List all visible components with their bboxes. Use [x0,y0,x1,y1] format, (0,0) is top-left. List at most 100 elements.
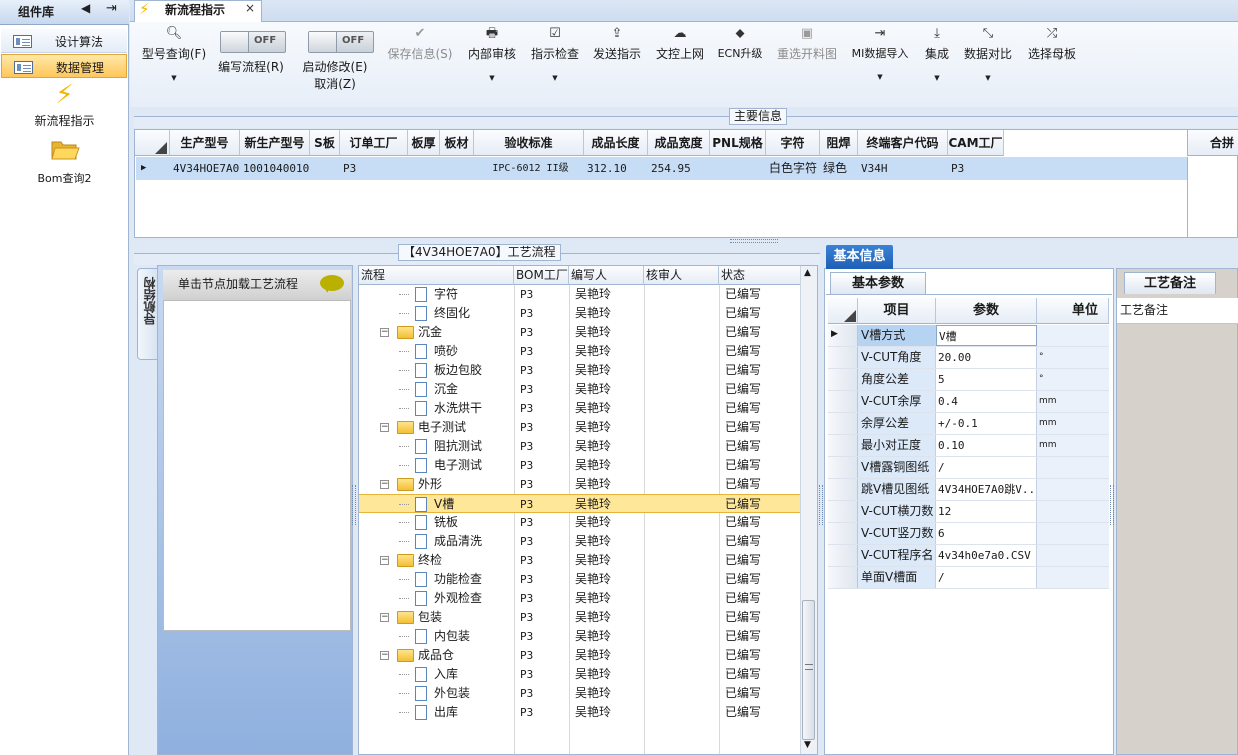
mi-import-button[interactable]: ⇥ MI数据导入 ▼ [847,26,913,81]
column-header[interactable]: CAM工厂 [948,130,1004,156]
collapse-icon[interactable]: − [380,328,389,337]
collapse-left-icon[interactable]: ◀ [81,1,90,15]
collapse-icon[interactable]: − [380,651,389,660]
pin-icon[interactable]: ⇥ [106,1,117,16]
collapse-icon[interactable]: − [380,556,389,565]
table-cell[interactable]: P3 [948,157,1004,180]
chevron-down-icon[interactable]: ▼ [529,74,581,82]
collapse-icon[interactable]: − [380,423,389,432]
param-value-cell[interactable]: 4V34HOE7A0跳V... [936,479,1037,500]
tree-row[interactable]: 字符 P3 吴艳玲 已编写 [359,285,800,304]
tree-row[interactable]: 入库 P3 吴艳玲 已编写 [359,665,800,684]
tab-process-notes[interactable]: 工艺备注 [1124,272,1216,294]
param-value-cell[interactable]: 12 [936,501,1037,522]
table-cell[interactable]: 绿色 [820,157,858,180]
select-mother-board-button[interactable]: ⤮ 选择母板 [1026,26,1078,62]
table-cell[interactable] [408,157,440,180]
column-header[interactable]: PNL规格 [710,130,766,156]
column-header[interactable]: 终端客户代码 [858,130,948,156]
column-header[interactable]: 生产型号 [170,130,240,156]
tree-row[interactable]: 外包装 P3 吴艳玲 已编写 [359,684,800,703]
column-header[interactable]: 板材 [440,130,474,156]
tree-row[interactable]: − 终检 P3 吴艳玲 已编写 [359,551,800,570]
param-row[interactable]: V-CUT横刀数 12 [828,501,1109,523]
tree-row[interactable]: 内包装 P3 吴艳玲 已编写 [359,627,800,646]
param-row[interactable]: 单面V槽面 / [828,567,1109,589]
column-header[interactable]: 成品宽度 [648,130,710,156]
tab-navigation-structure[interactable]: 导航结构 [137,268,157,360]
param-value-cell[interactable]: V槽 [936,325,1037,346]
tree-row[interactable]: 外观检查 P3 吴艳玲 已编写 [359,589,800,608]
param-value-cell[interactable]: / [936,567,1037,588]
tree-row[interactable]: − 外形 P3 吴艳玲 已编写 [359,475,800,494]
param-row[interactable]: V槽露铜图纸 / [828,457,1109,479]
table-cell[interactable] [710,157,766,180]
start-modify-toggle[interactable]: OFF [308,31,374,53]
column-header[interactable]: 订单工厂 [340,130,408,156]
table-cell[interactable]: P3 [340,157,408,180]
table-cell[interactable] [310,157,340,180]
ecn-upgrade-button[interactable]: ⬥ ECN升级 [716,26,764,61]
tree-row[interactable]: − 沉金 P3 吴艳玲 已编写 [359,323,800,342]
column-header[interactable]: BOM工厂 [514,266,569,285]
document-upload-button[interactable]: ☁ 文控上网 [654,26,706,62]
param-row[interactable]: V-CUT角度 20.00 ° [828,347,1109,369]
tree-row[interactable]: 功能检查 P3 吴艳玲 已编写 [359,570,800,589]
nav-item-design-algorithm[interactable]: 设计算法 [1,29,127,53]
column-header[interactable]: 验收标准 [474,130,584,156]
column-header[interactable]: 新生产型号 [240,130,310,156]
tree-row[interactable]: − 电子测试 P3 吴艳玲 已编写 [359,418,800,437]
param-value-cell[interactable]: +/-0.1 [936,413,1037,434]
tree-row[interactable]: 终固化 P3 吴艳玲 已编写 [359,304,800,323]
table-cell[interactable]: V34H [858,157,948,180]
tree-row[interactable]: 水洗烘干 P3 吴艳玲 已编写 [359,399,800,418]
column-header[interactable]: 编写人 [569,266,644,285]
splitter-handle[interactable] [819,485,823,525]
splitter-handle[interactable] [730,239,778,243]
cancel-button[interactable]: 取消(Z) [312,75,358,92]
tree-row[interactable]: − 包装 P3 吴艳玲 已编写 [359,608,800,627]
param-value-cell[interactable]: 6 [936,523,1037,544]
save-info-button[interactable]: ✔ 保存信息(S) [385,26,455,62]
write-flow-toggle[interactable]: OFF [220,31,286,53]
scroll-up-icon[interactable]: ▲ [804,268,811,278]
collapse-icon[interactable]: − [380,480,389,489]
tree-row[interactable]: − 成品仓 P3 吴艳玲 已编写 [359,646,800,665]
column-header[interactable]: 单位 [1037,298,1109,324]
tree-row[interactable]: 成品清洗 P3 吴艳玲 已编写 [359,532,800,551]
column-header[interactable]: 核审人 [644,266,719,285]
scrollbar-thumb[interactable] [802,600,815,740]
splitter-handle[interactable] [1110,485,1114,525]
param-row[interactable]: V-CUT余厚 0.4 mm [828,391,1109,413]
tree-row[interactable]: 喷砂 P3 吴艳玲 已编写 [359,342,800,361]
chevron-down-icon[interactable]: ▼ [921,74,953,82]
param-value-cell[interactable]: 0.4 [936,391,1037,412]
bom-query-shortcut[interactable]: Bom查询2 [0,137,129,186]
tab-new-flow-instruction[interactable]: ⚡ 新流程指示 × [134,0,262,23]
instruction-check-button[interactable]: ☑ 指示检查 ▼ [529,26,581,82]
param-row[interactable]: 余厚公差 +/-0.1 mm [828,413,1109,435]
tab-basic-info[interactable]: 基本信息 [826,245,893,269]
chevron-down-icon[interactable]: ▼ [847,73,913,81]
param-row[interactable]: ▶ V槽方式 V槽 [828,325,1109,347]
splitter-handle[interactable] [352,485,356,525]
collapse-icon[interactable]: − [380,613,389,622]
chevron-down-icon[interactable]: ▼ [140,74,208,82]
reselect-panel-button[interactable]: ▣ 重选开料图 [774,26,840,62]
table-cell[interactable]: 白色字符 [766,157,820,180]
tree-row[interactable]: 沉金 P3 吴艳玲 已编写 [359,380,800,399]
column-header[interactable]: 项目 [858,298,936,324]
table-cell[interactable]: 312.10 [584,157,648,180]
new-flow-instruction-shortcut[interactable]: ⚡ 新流程指示 [0,80,129,129]
data-compare-button[interactable]: ⤡ 数据对比 ▼ [962,26,1014,82]
tree-row[interactable]: 板边包胶 P3 吴艳玲 已编写 [359,361,800,380]
param-value-cell[interactable]: 0.10 [936,435,1037,456]
tree-row[interactable]: 铣板 P3 吴艳玲 已编写 [359,513,800,532]
column-header[interactable]: 阻焊 [820,130,858,156]
param-row[interactable]: 最小对正度 0.10 mm [828,435,1109,457]
column-header[interactable]: 成品长度 [584,130,648,156]
tree-row[interactable]: 电子测试 P3 吴艳玲 已编写 [359,456,800,475]
table-cell[interactable]: 10010400109577 [240,157,310,180]
table-cell[interactable]: 4V34HOE7A0 [170,157,240,180]
model-query-button[interactable]: 🔍︎ 型号查询(F) ▼ [140,26,208,82]
